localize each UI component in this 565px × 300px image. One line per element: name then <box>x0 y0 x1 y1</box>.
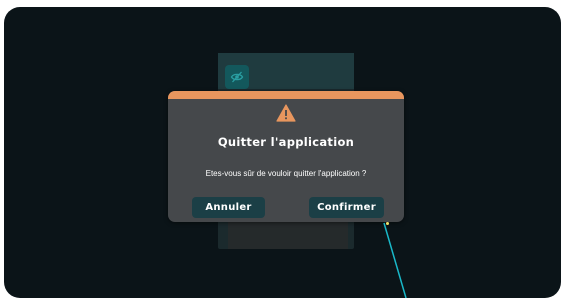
dialog-accent-bar <box>168 91 404 99</box>
dialog-message: Etes-vous sûr de vouloir quitter l'appli… <box>205 169 367 178</box>
vr-scene: Quitter l'application Etes-vous sûr de v… <box>4 7 561 298</box>
confirm-button[interactable]: Confirmer <box>309 197 384 218</box>
eye-slash-icon <box>230 71 244 83</box>
pointer-cursor-dot <box>386 222 389 225</box>
dialog-title: Quitter l'application <box>217 135 355 149</box>
cancel-button[interactable]: Annuler <box>192 197 265 218</box>
quit-dialog: Quitter l'application Etes-vous sûr de v… <box>168 91 404 222</box>
warning-triangle-icon <box>276 104 296 122</box>
visibility-toggle-button[interactable] <box>225 65 249 89</box>
